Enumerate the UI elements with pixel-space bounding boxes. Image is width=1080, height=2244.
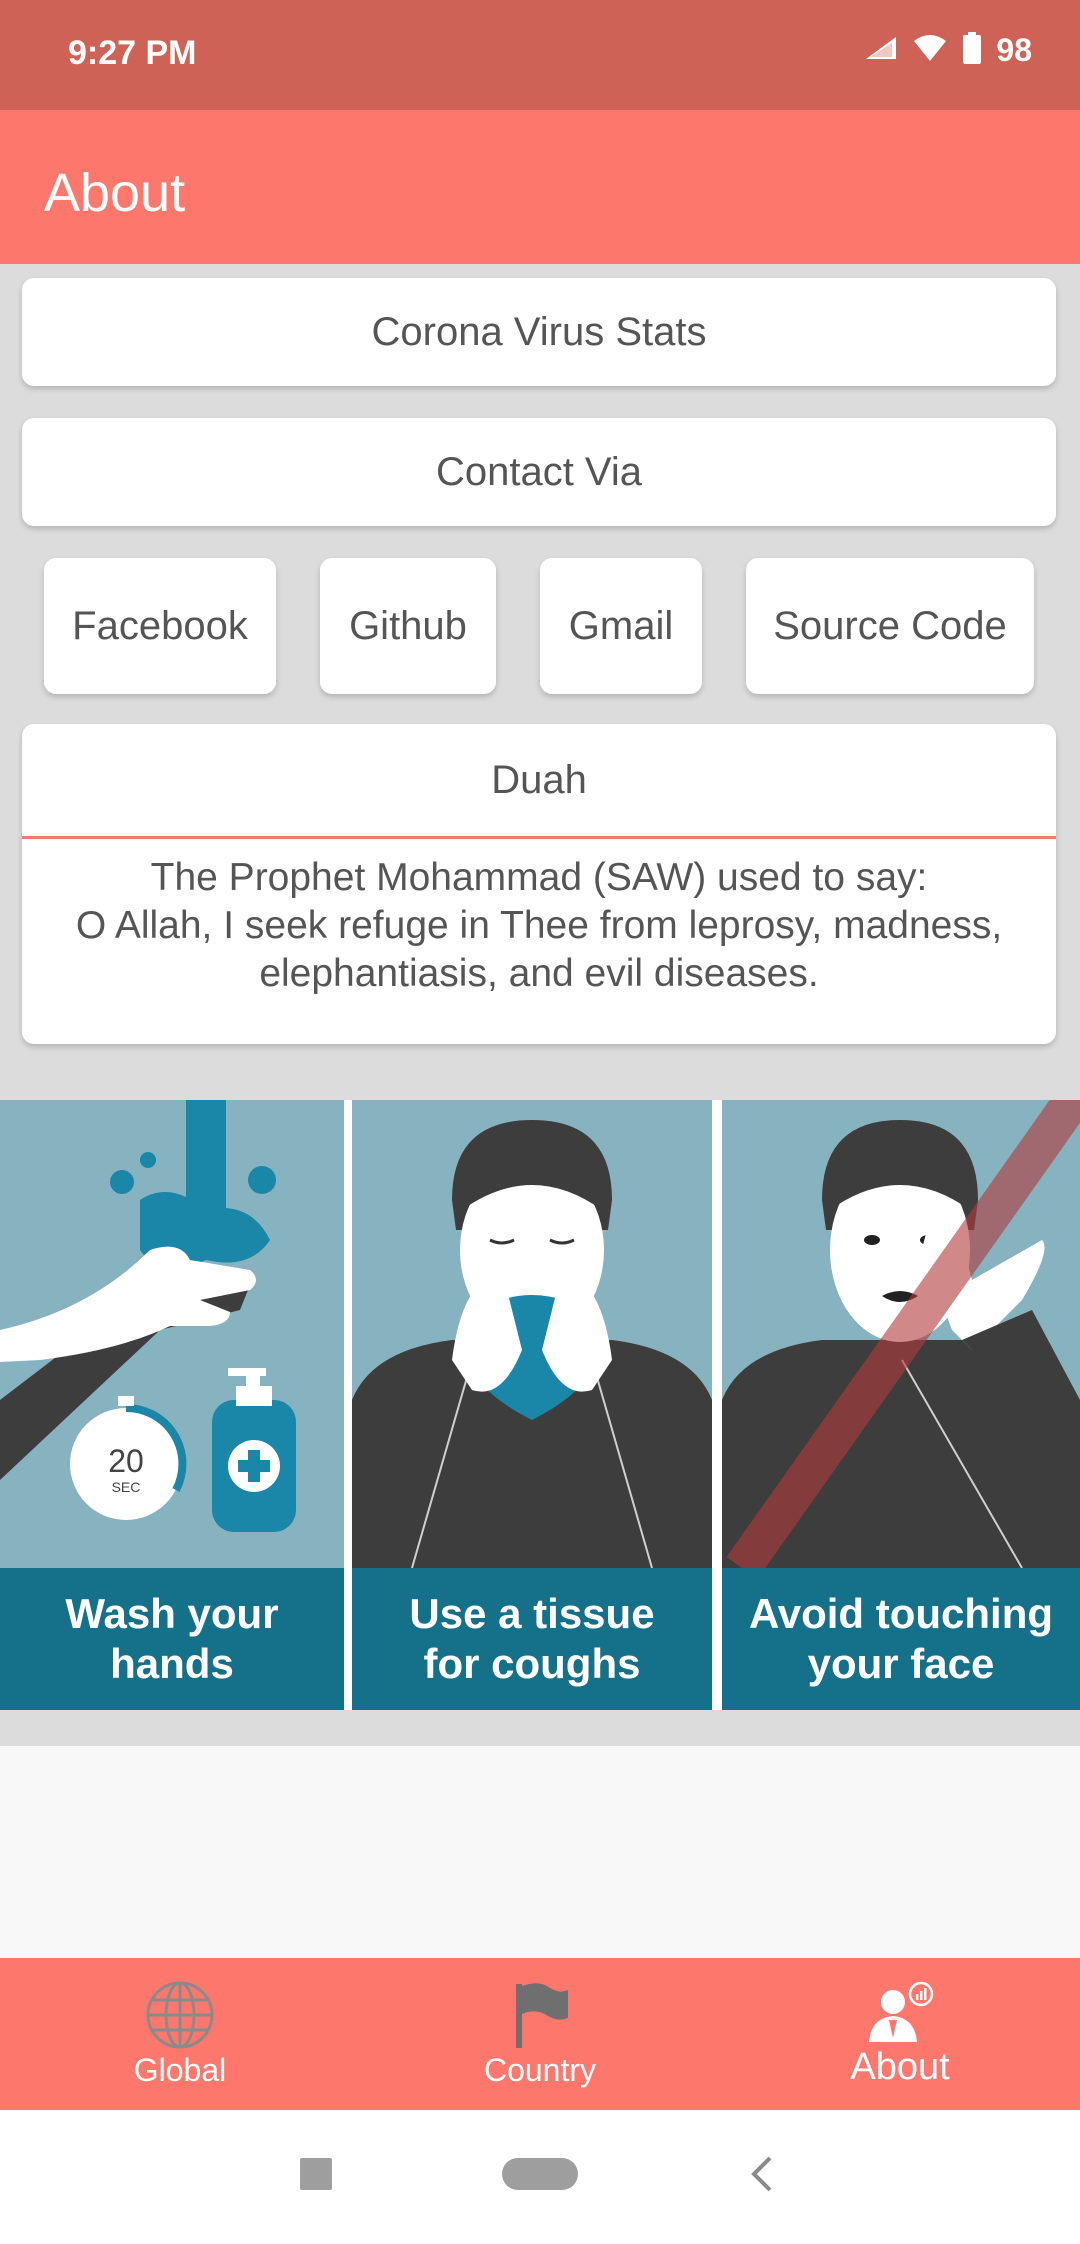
contact-card-label: Contact Via xyxy=(435,449,643,494)
duah-line-2: O Allah, I seek refuge in Thee from lepr… xyxy=(75,904,1003,995)
about-content: Corona Virus Stats Contact Via Facebook … xyxy=(0,264,1080,1746)
recents-button[interactable] xyxy=(298,2156,334,2197)
gmail-button-label: Gmail xyxy=(568,603,674,648)
nav-item-about[interactable]: About xyxy=(720,1958,1080,2110)
nav-label-country: Country xyxy=(483,2052,597,2088)
facebook-button-label: Facebook xyxy=(72,603,248,648)
timer-value: 20 xyxy=(108,1443,144,1479)
timer-unit: SEC xyxy=(112,1479,141,1495)
duah-text: The Prophet Mohammad (SAW) used to say: … xyxy=(52,854,1026,998)
back-button[interactable] xyxy=(748,2154,776,2199)
avoid-face-label: Avoid touching your face xyxy=(722,1568,1080,1710)
poster-panel-avoid-face: Avoid touching your face xyxy=(722,1100,1080,1710)
status-icons: 98 xyxy=(864,32,1032,69)
bottom-navigation: Global Country About xyxy=(0,1958,1080,2110)
duah-card: Duah The Prophet Mohammad (SAW) used to … xyxy=(22,724,1056,1044)
avoid-face-illustration xyxy=(722,1100,1080,1568)
stats-card-label: Corona Virus Stats xyxy=(371,309,707,354)
gmail-button[interactable]: Gmail xyxy=(540,558,702,694)
tissue-label: Use a tissue for coughs xyxy=(352,1568,712,1710)
poster-panel-wash-hands: 20 SEC Wash your hands xyxy=(0,1100,344,1710)
duah-divider xyxy=(22,836,1056,839)
github-button-label: Github xyxy=(349,603,467,648)
battery-level: 98 xyxy=(996,32,1032,68)
hygiene-poster: 20 SEC Wash your hands Use a tissue for … xyxy=(0,1100,1080,1710)
system-navigation-bar xyxy=(0,2110,1080,2244)
nav-label-global: Global xyxy=(133,2052,227,2088)
wash-hands-illustration: 20 SEC xyxy=(0,1100,296,1532)
github-button[interactable]: Github xyxy=(320,558,496,694)
contact-via-card: Contact Via xyxy=(22,418,1056,526)
status-bar: 9:27 PM 98 xyxy=(0,0,1080,110)
page-title: About xyxy=(44,163,186,223)
wash-hands-label: Wash your hands xyxy=(0,1568,344,1710)
status-time: 9:27 PM xyxy=(68,34,197,72)
home-button[interactable] xyxy=(502,2158,578,2195)
duah-title: Duah xyxy=(491,757,587,802)
facebook-button[interactable]: Facebook xyxy=(44,558,276,694)
nav-item-global[interactable]: Global xyxy=(0,1958,360,2110)
duah-line-1: The Prophet Mohammad (SAW) used to say: xyxy=(150,856,928,899)
cough-tissue-illustration xyxy=(352,1120,712,1568)
app-bar: About xyxy=(0,110,1080,264)
source-code-button[interactable]: Source Code xyxy=(746,558,1034,694)
about-user-icon xyxy=(865,1980,935,2051)
nav-item-country[interactable]: Country xyxy=(360,1958,720,2110)
signal-icon xyxy=(864,35,898,66)
blank-area xyxy=(0,1746,1080,1958)
poster-panel-tissue: Use a tissue for coughs xyxy=(352,1100,712,1710)
globe-icon xyxy=(145,1980,215,2055)
flag-icon xyxy=(510,1980,570,2055)
source-code-button-label: Source Code xyxy=(773,603,1007,648)
wifi-icon xyxy=(912,33,948,68)
corona-virus-stats-card: Corona Virus Stats xyxy=(22,278,1056,386)
battery-icon xyxy=(962,32,982,69)
nav-label-about: About xyxy=(850,2046,950,2088)
